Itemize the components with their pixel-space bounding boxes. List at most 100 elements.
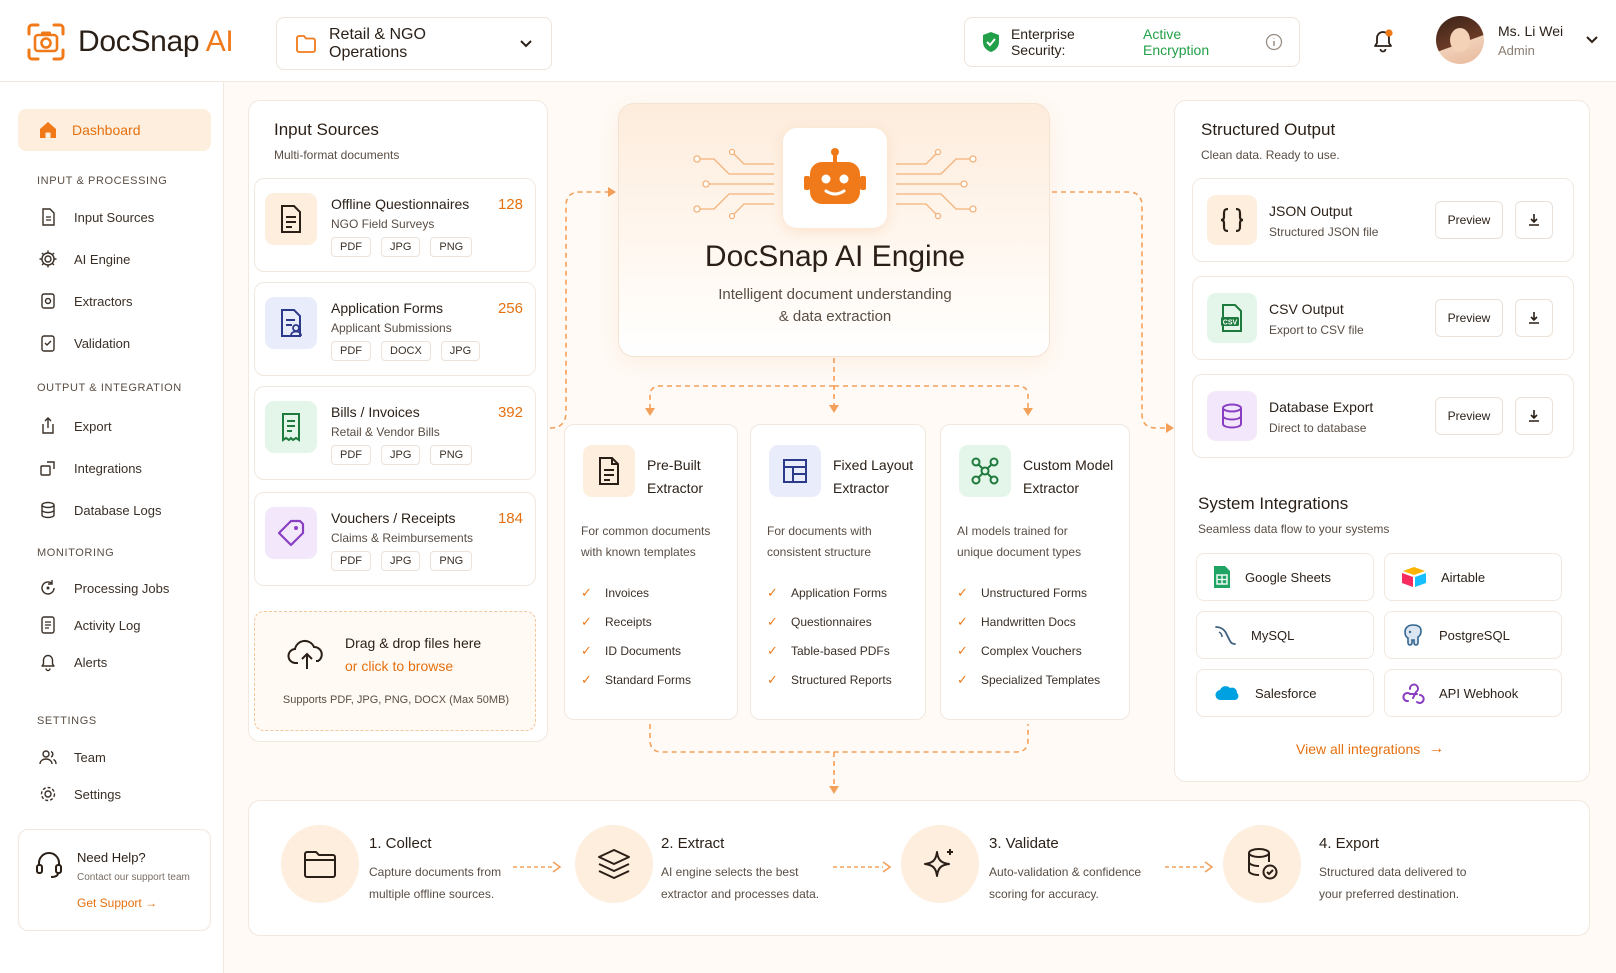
step-description-line: Auto-validation & confidence [989,865,1142,879]
sidebar-item-label: Team [74,749,106,765]
source-bills-invoices[interactable]: Bills / Invoices Retail & Vendor Bills 3… [254,386,536,480]
sidebar-item-alerts[interactable]: Alerts [38,651,107,673]
workspace-selector[interactable]: Retail & NGO Operations [276,17,552,70]
chevron-down-icon [520,39,532,47]
view-all-integrations-link[interactable]: View all integrations → [1296,740,1444,758]
sidebar-item-label: Validation [74,335,131,351]
sidebar-item-dashboard[interactable]: Dashboard [18,109,211,151]
integration-salesforce[interactable]: Salesforce [1196,669,1374,717]
step-description: Structured data delivered to your preferr… [1319,861,1489,905]
help-title: Need Help? [77,850,146,865]
sidebar-item-export[interactable]: Export [38,415,112,437]
drop-note: Supports PDF, JPG, PNG, DOCX (Max 50MB) [282,694,510,706]
source-count: 184 [497,510,523,527]
notifications-button[interactable] [1370,28,1396,59]
extractor-fixed-layout[interactable]: Fixed Layout Extractor For documents with… [750,424,926,720]
source-subtitle: Claims & Reimbursements [331,531,474,545]
sidebar-item-database-logs[interactable]: Database Logs [38,499,161,521]
logo-main: DocSnap [78,25,200,58]
engine-subtitle-line: Intelligent document understanding [718,286,952,303]
sidebar-item-team[interactable]: Team [38,746,106,768]
download-button[interactable] [1515,299,1553,337]
user-menu[interactable]: Ms. Li Wei Admin [1436,16,1599,64]
integration-label: Google Sheets [1245,569,1332,585]
output-subtitle: Export to CSV file [1269,323,1364,337]
preview-button[interactable]: Preview [1435,397,1503,435]
format-tag: JPG [381,551,421,571]
step-description: Auto-validation & confidence scoring for … [989,861,1159,905]
format-tag: PDF [331,551,371,571]
output-database[interactable]: Database Export Direct to database Previ… [1192,374,1574,458]
sidebar-item-validation[interactable]: Validation [38,332,130,354]
info-icon[interactable] [1265,33,1283,51]
card-title: Structured Output [1201,120,1336,139]
logo-text: DocSnap AI [78,25,234,59]
preview-button[interactable]: Preview [1435,299,1503,337]
list-item: ✓ Table-based PDFs [767,643,890,659]
list-item: ✓ Unstructured Forms [957,585,1087,601]
sidebar-item-label: Dashboard [72,122,141,138]
download-button[interactable] [1515,201,1553,239]
list-item: ✓ Structured Reports [767,672,892,688]
get-support-link[interactable]: Get Support → [77,896,157,910]
integration-google-sheets[interactable]: Google Sheets [1196,553,1374,601]
step-description-line: extractor and processes data. [661,887,820,901]
file-drop-zone[interactable]: Drag & drop files here or click to brows… [254,611,536,731]
engine-subtitle-line: & data extraction [778,308,892,325]
gear-icon [39,250,57,268]
sidebar-item-extractors[interactable]: Extractors [38,290,133,312]
check-icon: ✓ [581,672,592,687]
step-description-line: AI engine selects the best [661,865,799,879]
avatar [1436,16,1484,64]
check-icon: ✓ [957,585,968,600]
dashed-arrow-icon [833,861,892,873]
sidebar-item-ai-engine[interactable]: AI Engine [38,248,130,270]
sidebar-item-input-sources[interactable]: Input Sources [38,206,154,228]
extractor-description: AI models trained for unique document typ… [957,521,1107,563]
integration-mysql[interactable]: MySQL [1196,611,1374,659]
arrow-right-icon: → [1428,740,1445,757]
source-offline-questionnaires[interactable]: Offline Questionnaires NGO Field Surveys… [254,178,536,272]
refresh-icon [41,580,55,595]
preview-button[interactable]: Preview [1435,201,1503,239]
step-title: 1. Collect [369,835,432,852]
output-json[interactable]: JSON Output Structured JSON file Preview [1192,178,1574,262]
extractor-custom-model[interactable]: Custom Model Extractor AI models trained … [940,424,1130,720]
app-logo[interactable]: DocSnap AI [26,22,234,62]
headset-icon [36,852,62,878]
integration-api-webhook[interactable]: API Webhook [1384,669,1562,717]
list-item-label: Receipts [605,615,652,629]
integration-postgresql[interactable]: PostgreSQL [1384,611,1562,659]
bell-icon [1374,29,1393,53]
browse-link[interactable]: or click to browse [345,658,453,674]
check-icon: ✓ [581,585,592,600]
source-application-forms[interactable]: Application Forms Applicant Submissions … [254,282,536,376]
extractor-pre-built[interactable]: Pre-Built Extractor For common documents w… [564,424,738,720]
sidebar-item-processing-jobs[interactable]: Processing Jobs [38,577,169,599]
gear-icon [40,786,56,802]
sidebar-item-settings[interactable]: Settings [38,783,121,805]
document-icon [42,208,55,226]
source-vouchers-receipts[interactable]: Vouchers / Receipts Claims & Reimburseme… [254,492,536,586]
output-csv[interactable]: CSV CSV Output Export to CSV file Previe… [1192,276,1574,360]
ai-engine-card[interactable]: DocSnap AI Engine Intelligent document u… [618,103,1050,357]
extractor-title-line: Extractor [1023,480,1080,496]
salesforce-cloud-icon [1215,686,1239,701]
list-item-label: Specialized Templates [981,673,1101,687]
extractor-description-line: unique document types [957,545,1082,559]
sidebar-section-title: INPUT & PROCESSING [37,175,168,187]
source-subtitle: NGO Field Surveys [331,217,435,231]
source-title: Application Forms [331,300,444,316]
sidebar-item-integrations[interactable]: Integrations [38,457,142,479]
export-icon [42,417,54,434]
integration-airtable[interactable]: Airtable [1384,553,1562,601]
download-button[interactable] [1515,397,1553,435]
sidebar-item-activity-log[interactable]: Activity Log [38,614,140,636]
sidebar-item-label: Settings [74,786,121,802]
voucher-tag-icon [265,507,317,559]
step-description-line: Structured data delivered to [1319,865,1467,879]
format-tag: PDF [331,341,371,361]
step-title: 4. Export [1319,835,1380,852]
sidebar-item-label: Processing Jobs [74,580,170,596]
source-count: 128 [497,196,523,213]
